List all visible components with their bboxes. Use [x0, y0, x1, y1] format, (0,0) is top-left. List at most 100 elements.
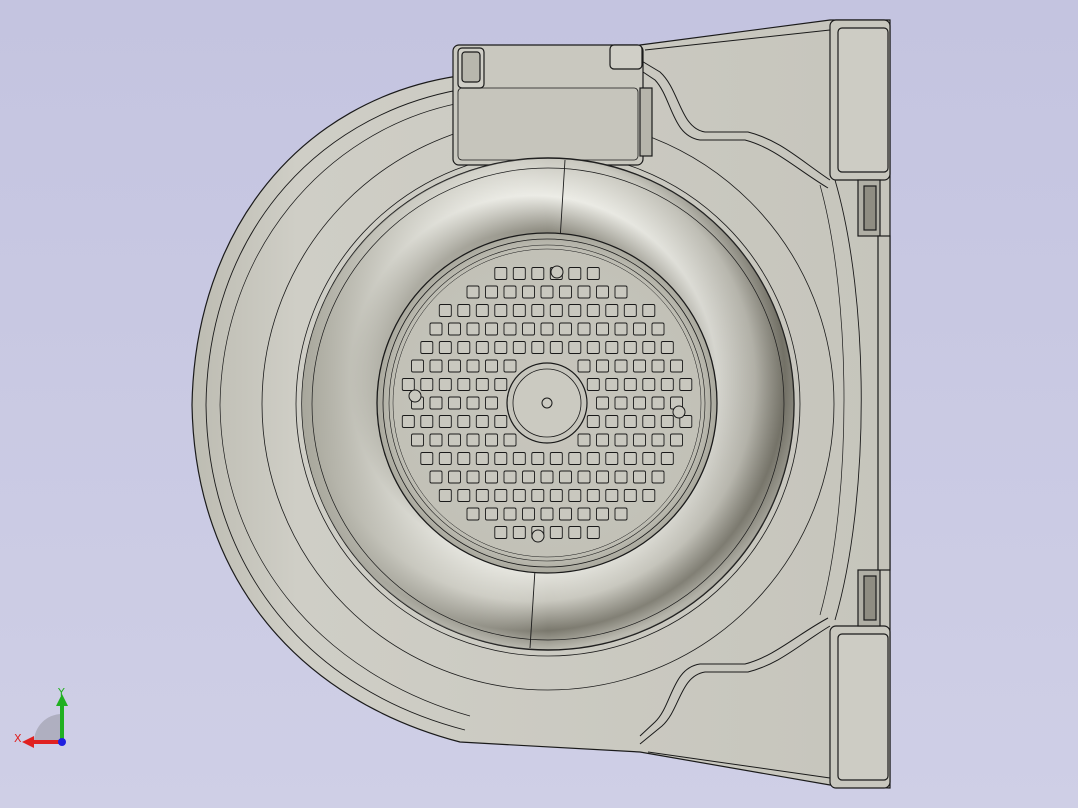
- grille-hole: [651, 470, 665, 484]
- grille-hole: [586, 341, 600, 354]
- grille-hole: [651, 396, 665, 410]
- grille-hole: [633, 396, 646, 410]
- grille-hole: [512, 452, 526, 465]
- grille-hole: [642, 304, 656, 317]
- grille-hole: [522, 470, 535, 484]
- grille-hole: [660, 341, 674, 354]
- grille-hole: [633, 359, 646, 373]
- grille-hole: [596, 396, 609, 410]
- grille-hole: [503, 322, 517, 336]
- grille-hole: [605, 341, 619, 354]
- grille-hole: [429, 470, 443, 484]
- grille-hole: [503, 285, 517, 299]
- grille-hole: [670, 433, 683, 447]
- grille-hole: [466, 396, 480, 410]
- grille-hole: [485, 396, 498, 410]
- grille-hole: [448, 433, 461, 447]
- grille-hole: [605, 415, 619, 428]
- grille-hole: [475, 415, 489, 428]
- grille-hole: [559, 322, 572, 336]
- grille-hole: [503, 507, 517, 521]
- grille-hole: [623, 304, 637, 317]
- grille-hole: [475, 452, 489, 465]
- grille-hole: [596, 359, 609, 373]
- grille-hole: [614, 322, 628, 336]
- grille-hole: [438, 415, 452, 428]
- grille-hole: [568, 452, 582, 465]
- grille-hole: [568, 526, 582, 539]
- grille-hole: [642, 378, 656, 391]
- grille-hole: [596, 285, 609, 299]
- grille-hole: [614, 470, 628, 484]
- grille-hole: [485, 359, 498, 373]
- grille-hole: [475, 304, 489, 317]
- grille-hole: [494, 526, 508, 539]
- grille-hole: [503, 470, 517, 484]
- grille-hole: [577, 433, 591, 447]
- grille-hole: [642, 489, 656, 502]
- grille-hole: [512, 341, 526, 354]
- grille-hole: [438, 378, 452, 391]
- grille-hole: [540, 470, 554, 484]
- grille-hole: [623, 452, 637, 465]
- grille-hole: [485, 507, 498, 521]
- grille-hole: [549, 341, 563, 354]
- grille-hole: [466, 322, 480, 336]
- grille-hole: [531, 452, 545, 465]
- grille-hole: [475, 341, 489, 354]
- grille-hole: [540, 322, 554, 336]
- mount-hole: [408, 389, 422, 403]
- grille-hole: [420, 452, 434, 465]
- grille-hole: [448, 322, 461, 336]
- grille-hole: [596, 433, 609, 447]
- grille-hole: [660, 378, 674, 391]
- axis-triad: Y X: [14, 686, 68, 748]
- grille-hole: [438, 341, 452, 354]
- grille-hole: [559, 470, 572, 484]
- grille-hole: [549, 452, 563, 465]
- grille-hole: [512, 489, 526, 502]
- grille-hole: [522, 285, 535, 299]
- grille-hole: [633, 470, 646, 484]
- grille-hole: [651, 322, 665, 336]
- grille-hole: [623, 415, 637, 428]
- grille-hole: [494, 304, 508, 317]
- grille-hole: [411, 359, 424, 373]
- grille-hole: [401, 415, 415, 428]
- grille-hole: [503, 359, 517, 373]
- grille-hole: [577, 285, 591, 299]
- cad-viewport[interactable]: [0, 0, 1078, 808]
- mount-hole: [531, 529, 545, 543]
- grille-hole: [605, 304, 619, 317]
- grille-hole: [420, 415, 434, 428]
- grille-hole: [605, 489, 619, 502]
- grille-hole: [475, 489, 489, 502]
- mount-hole: [672, 405, 686, 419]
- grille-hole: [568, 341, 582, 354]
- grille-hole: [614, 359, 628, 373]
- grille-hole: [503, 433, 517, 447]
- grille-hole: [679, 378, 693, 391]
- grille-hole: [438, 452, 452, 465]
- grille-hole: [466, 359, 480, 373]
- fan-grille: [376, 232, 718, 574]
- grille-hole: [586, 452, 600, 465]
- grille-hole: [531, 489, 545, 502]
- grille-hole: [586, 526, 600, 539]
- grille-hole: [494, 341, 508, 354]
- grille-hole: [531, 267, 545, 280]
- grille-hole: [549, 489, 563, 502]
- grille-hole: [485, 470, 498, 484]
- grille-hole: [559, 285, 572, 299]
- grille-hole: [448, 470, 461, 484]
- grille-hole: [494, 378, 508, 391]
- grille-hole: [614, 433, 628, 447]
- grille-hole: [429, 396, 443, 410]
- grille-hole: [512, 267, 526, 280]
- grille-hole: [549, 526, 563, 539]
- x-axis-label: X: [14, 732, 22, 745]
- grille-hole: [568, 267, 582, 280]
- grille-hole: [475, 378, 489, 391]
- grille-hole: [559, 507, 572, 521]
- grille-hole: [642, 415, 656, 428]
